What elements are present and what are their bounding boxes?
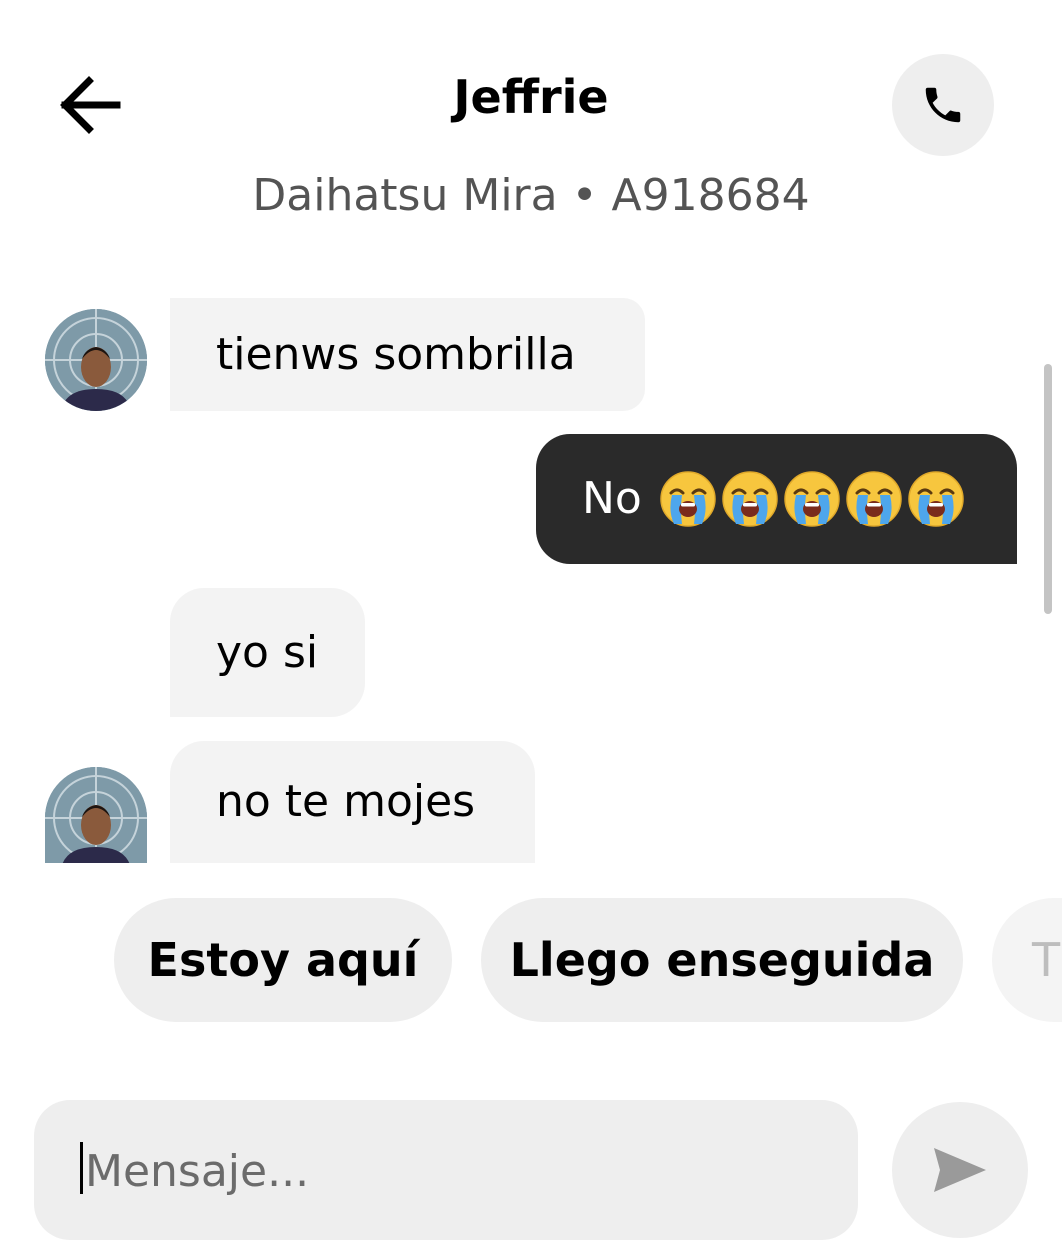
quick-reply-partial[interactable]: T: [992, 898, 1062, 1022]
phone-icon: [925, 87, 961, 123]
emoji-group: [658, 469, 966, 529]
driver-avatar: [45, 309, 147, 411]
loudly-crying-face-icon: [660, 471, 716, 527]
quick-reply-label: T: [1032, 933, 1061, 987]
quick-reply-label: Estoy aquí: [147, 933, 419, 987]
loudly-crying-face-icon: [846, 471, 902, 527]
send-icon: [934, 1148, 986, 1192]
message-bubble-incoming: no te mojes: [170, 741, 535, 863]
message-bubble-incoming: yo si: [170, 588, 365, 717]
driver-avatar: [45, 767, 147, 863]
message-text: no te mojes: [216, 776, 476, 827]
message-bubble-incoming: tienws sombrilla: [170, 298, 645, 411]
message-text: No: [582, 473, 642, 524]
vehicle-info: Daihatsu Mira • A918684: [252, 170, 810, 221]
quick-reply-label: Llego enseguida: [509, 933, 935, 987]
message-input[interactable]: Mensaje...: [34, 1100, 858, 1240]
message-bubble-outgoing: No: [536, 434, 1017, 564]
loudly-crying-face-icon: [908, 471, 964, 527]
scrollbar[interactable]: [1044, 364, 1052, 614]
message-input-placeholder: Mensaje...: [85, 1146, 310, 1197]
message-text: tienws sombrilla: [216, 328, 576, 380]
quick-reply-estoy-aqui[interactable]: Estoy aquí: [114, 898, 452, 1022]
text-caret: [80, 1142, 83, 1194]
message-text: yo si: [216, 626, 319, 678]
loudly-crying-face-icon: [784, 471, 840, 527]
send-button[interactable]: [892, 1102, 1028, 1238]
loudly-crying-face-icon: [722, 471, 778, 527]
call-button[interactable]: [892, 54, 994, 156]
quick-reply-llego-enseguida[interactable]: Llego enseguida: [481, 898, 963, 1022]
